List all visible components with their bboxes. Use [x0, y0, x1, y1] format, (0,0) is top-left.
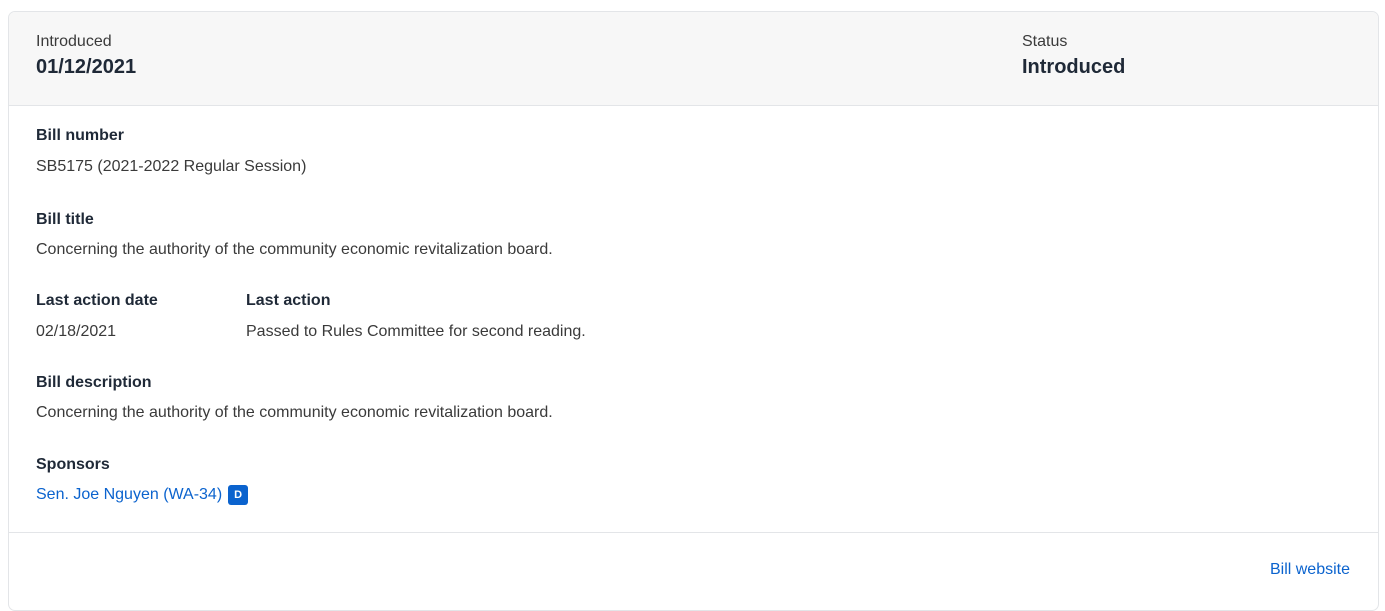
- bill-title-label: Bill title: [36, 211, 94, 228]
- last-action-label: Last action: [246, 292, 331, 309]
- bill-card-header: Introduced 01/12/2021 Status Introduced: [9, 12, 1378, 106]
- status-label: Status: [1022, 33, 1068, 50]
- sponsors-label: Sponsors: [36, 456, 110, 473]
- bill-number-value: SB5175 (2021-2022 Regular Session): [36, 158, 307, 175]
- bill-description-value: Concerning the authority of the communit…: [36, 404, 553, 421]
- last-action-date-value: 02/18/2021: [36, 323, 117, 340]
- introduced-label: Introduced: [36, 33, 112, 50]
- party-badge: D: [228, 485, 249, 505]
- bill-card-footer: Bill website: [9, 532, 1378, 610]
- status-value: Introduced: [1022, 56, 1126, 78]
- bill-number-label: Bill number: [36, 127, 125, 144]
- bill-title-value: Concerning the authority of the communit…: [36, 241, 553, 258]
- introduced-block: Introduced 01/12/2021: [36, 32, 136, 80]
- sponsor-name: Sen. Joe Nguyen (WA-34): [36, 486, 223, 503]
- last-action-date-label: Last action date: [36, 292, 158, 309]
- sponsor-link[interactable]: Sen. Joe Nguyen (WA-34) D: [36, 484, 249, 506]
- last-action-value: Passed to Rules Committee for second rea…: [246, 323, 586, 340]
- status-block: Status Introduced: [1022, 32, 1125, 80]
- bill-card: Introduced 01/12/2021 Status Introduced …: [8, 11, 1379, 611]
- bill-website-link[interactable]: Bill website: [1270, 559, 1350, 581]
- bill-description-label: Bill description: [36, 374, 152, 391]
- introduced-date: 01/12/2021: [36, 56, 137, 78]
